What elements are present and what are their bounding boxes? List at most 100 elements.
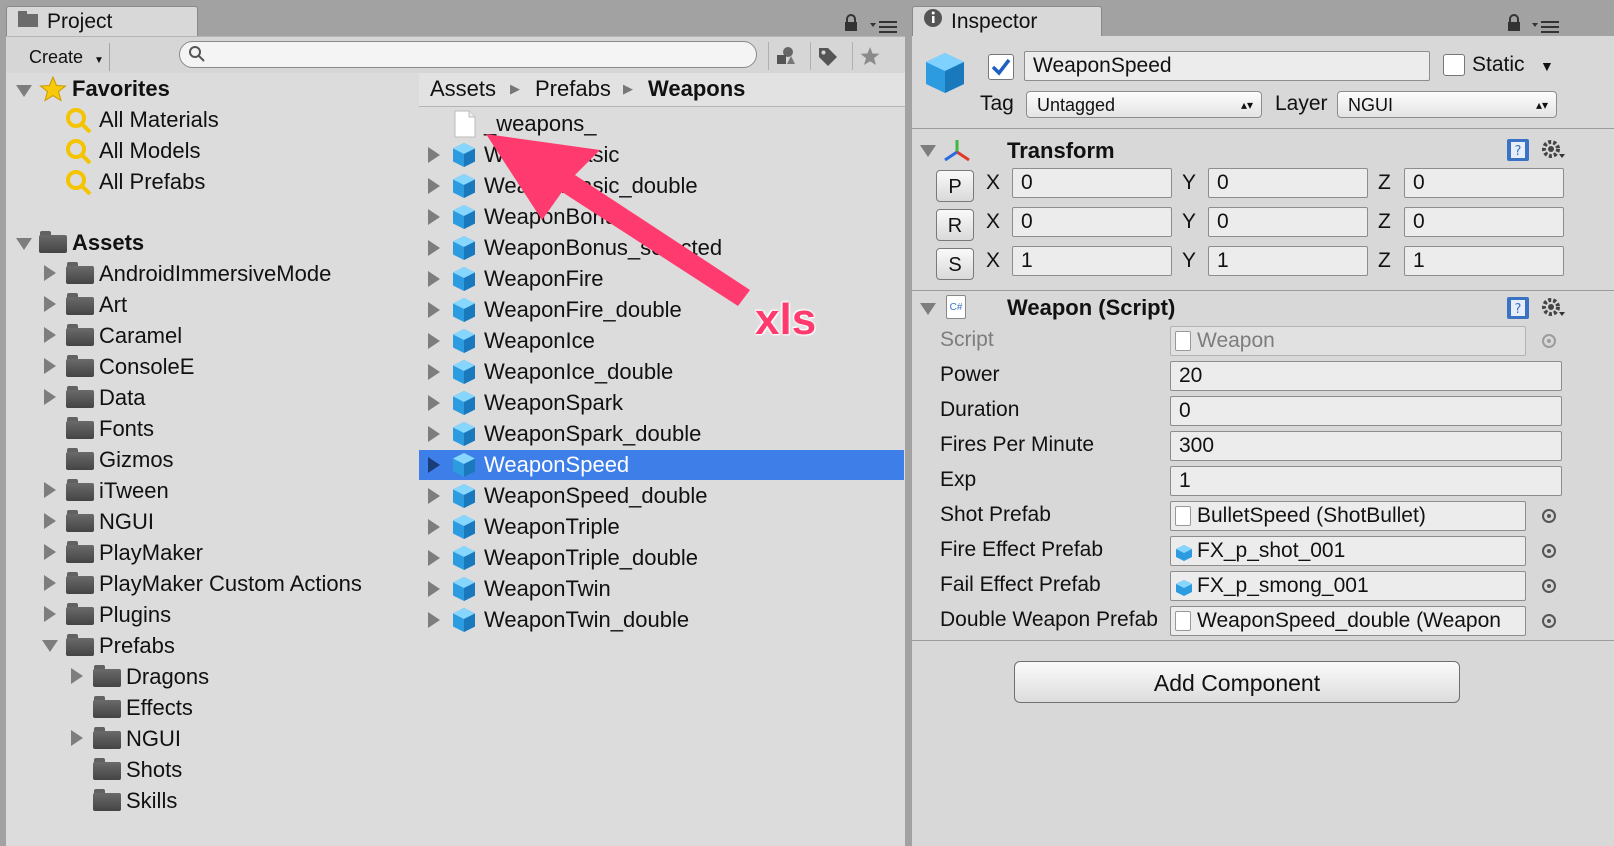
favorites-header[interactable]: Favorites — [72, 73, 170, 104]
expand-arrow-icon[interactable] — [44, 544, 56, 560]
script-title: Weapon (Script) — [1007, 295, 1176, 320]
filter-by-label-icon[interactable] — [810, 42, 845, 70]
transform-z-field[interactable]: 1 — [1404, 246, 1564, 276]
info-icon — [923, 7, 943, 37]
prefab-cube-icon — [451, 452, 477, 478]
active-checkbox[interactable] — [988, 54, 1014, 80]
field-duration[interactable]: 0 — [1170, 396, 1562, 426]
expand-arrow-icon[interactable] — [44, 358, 56, 374]
tree-folder-label: Fonts — [99, 416, 155, 441]
script-ref-icon — [1175, 611, 1191, 632]
folder-icon — [93, 789, 121, 811]
tab-inspector[interactable]: Inspector — [912, 6, 1102, 36]
field-exp[interactable]: 1 — [1170, 466, 1562, 496]
object-picker-icon[interactable] — [1542, 509, 1556, 523]
expand-arrow-icon[interactable] — [428, 209, 440, 225]
axis-label: Y — [1182, 171, 1197, 194]
tag-dropdown[interactable]: Untagged ▴▾ — [1026, 91, 1262, 118]
expand-arrow-icon[interactable] — [71, 668, 83, 684]
expand-arrow-icon[interactable] — [44, 389, 56, 405]
breadcrumb-assets[interactable]: Assets — [430, 73, 496, 105]
help-book-icon[interactable]: ? — [1506, 296, 1530, 325]
transform-x-field[interactable]: 1 — [1012, 246, 1172, 276]
field-power[interactable]: 20 — [1170, 361, 1562, 391]
field-fail-effect-prefab[interactable]: FX_p_smong_001 — [1170, 571, 1526, 601]
filter-by-type-icon[interactable] — [768, 42, 803, 70]
expand-arrow-icon[interactable] — [428, 426, 440, 442]
expand-arrow-icon[interactable] — [44, 265, 56, 281]
lock-icon[interactable] — [1506, 14, 1522, 37]
expand-arrow-icon[interactable] — [428, 581, 440, 597]
field-fires-per-minute[interactable]: 300 — [1170, 431, 1562, 461]
object-name-field[interactable]: WeaponSpeed — [1024, 51, 1430, 81]
object-picker-icon[interactable] — [1542, 614, 1556, 628]
expand-arrow-icon[interactable] — [428, 333, 440, 349]
transform-z-field[interactable]: 0 — [1404, 207, 1564, 237]
divider — [912, 290, 1614, 291]
expand-arrow-icon[interactable] — [428, 271, 440, 287]
expand-assets-icon[interactable] — [16, 238, 32, 250]
transform-z-field[interactable]: 0 — [1404, 168, 1564, 198]
expand-arrow-icon[interactable] — [428, 519, 440, 535]
expand-arrow-icon[interactable] — [428, 550, 440, 566]
field-value: 0 — [1179, 399, 1191, 422]
tree-folder-label: Caramel — [99, 323, 183, 348]
expand-arrow-icon[interactable] — [428, 612, 440, 628]
expand-arrow-icon[interactable] — [428, 240, 440, 256]
folder-icon — [66, 324, 94, 346]
expand-favorites-icon[interactable] — [16, 85, 32, 97]
static-dropdown-icon[interactable]: ▼ — [1540, 58, 1554, 74]
object-picker-icon[interactable] — [1542, 544, 1556, 558]
object-picker-icon[interactable] — [1542, 579, 1556, 593]
transform-reset-s-button[interactable]: S — [936, 248, 974, 280]
add-component-button[interactable]: Add Component — [1014, 661, 1460, 703]
lock-icon[interactable] — [843, 14, 859, 37]
static-checkbox[interactable] — [1443, 54, 1465, 76]
field-shot-prefab[interactable]: BulletSpeed (ShotBullet) — [1170, 501, 1526, 531]
expand-arrow-icon[interactable] — [428, 364, 440, 380]
expand-arrow-icon[interactable] — [428, 395, 440, 411]
expand-arrow-icon[interactable] — [71, 730, 83, 746]
transform-y-field[interactable]: 0 — [1208, 207, 1368, 237]
prefab-cube-icon — [451, 421, 477, 447]
gear-icon[interactable] — [1540, 296, 1566, 325]
expand-arrow-icon[interactable] — [44, 482, 56, 498]
field-double-weapon-prefab[interactable]: WeaponSpeed_double (Weapon — [1170, 606, 1526, 636]
expand-arrow-icon[interactable] — [428, 302, 440, 318]
search-input[interactable] — [179, 41, 757, 68]
search-filter-icon — [65, 169, 93, 200]
tab-project[interactable]: Project — [6, 6, 198, 36]
expand-arrow-icon[interactable] — [44, 296, 56, 312]
assets-root[interactable]: Assets — [72, 227, 144, 258]
transform-x-field[interactable]: 0 — [1012, 168, 1172, 198]
folder-icon — [66, 262, 94, 284]
expand-arrow-icon[interactable] — [428, 178, 440, 194]
expand-arrow-icon[interactable] — [428, 457, 440, 473]
breadcrumb-prefabs[interactable]: Prefabs — [535, 73, 611, 105]
collapse-transform-icon[interactable] — [920, 145, 936, 157]
expand-arrow-icon[interactable] — [44, 513, 56, 529]
expand-arrow-icon[interactable] — [44, 606, 56, 622]
collapse-arrow-icon[interactable] — [42, 640, 58, 652]
script-ref-icon — [1175, 506, 1191, 527]
expand-arrow-icon[interactable] — [44, 575, 56, 591]
create-button[interactable]: Create ▼ — [16, 43, 110, 71]
breadcrumb-weapons[interactable]: Weapons — [648, 73, 745, 105]
layer-dropdown[interactable]: NGUI ▴▾ — [1337, 91, 1557, 118]
transform-reset-r-button[interactable]: R — [936, 209, 974, 241]
gear-icon[interactable] — [1540, 138, 1566, 167]
expand-arrow-icon[interactable] — [44, 327, 56, 343]
expand-arrow-icon[interactable] — [428, 147, 440, 163]
checkmark-icon — [991, 58, 1011, 76]
expand-arrow-icon[interactable] — [428, 488, 440, 504]
folder-tree: Favorites All Materials All Models All P… — [6, 73, 428, 846]
field-value: 1 — [1179, 469, 1191, 492]
collapse-script-icon[interactable] — [920, 303, 936, 315]
help-book-icon[interactable]: ? — [1506, 138, 1530, 167]
transform-x-field[interactable]: 0 — [1012, 207, 1172, 237]
transform-reset-p-button[interactable]: P — [936, 170, 974, 202]
field-fire-effect-prefab[interactable]: FX_p_shot_001 — [1170, 536, 1526, 566]
transform-y-field[interactable]: 1 — [1208, 246, 1368, 276]
favorites-star-icon[interactable] — [852, 42, 887, 70]
transform-y-field[interactable]: 0 — [1208, 168, 1368, 198]
